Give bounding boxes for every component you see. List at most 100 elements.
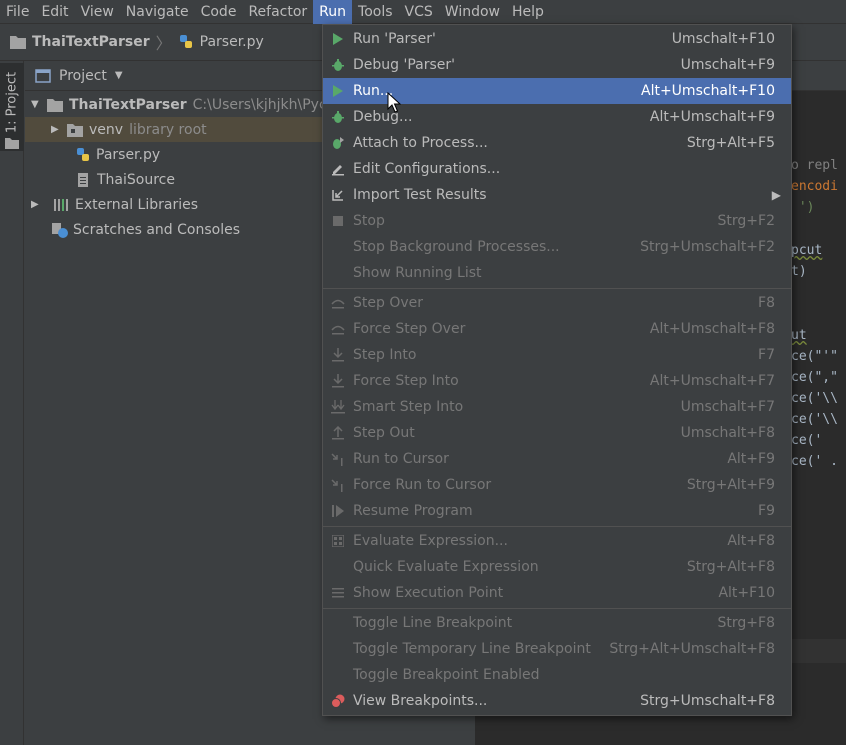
menu-item-attach-process[interactable]: Attach to Process... Strg+Alt+F5 (323, 130, 791, 156)
folder-icon (5, 138, 19, 149)
tree-scratches-name: Scratches and Consoles (73, 221, 240, 238)
menu-item-stop-background[interactable]: Stop Background Processes... Strg+Umscha… (323, 234, 791, 260)
tree-external-name: External Libraries (75, 196, 198, 213)
tree-source-name: ThaiSource (97, 171, 175, 188)
menu-item-step-over[interactable]: Step Over F8 (323, 290, 791, 316)
submenu-arrow-icon: ▶ (771, 188, 781, 202)
menu-item-force-step-over[interactable]: Force Step Over Alt+Umschalt+F8 (323, 316, 791, 342)
menu-item-stop[interactable]: Stop Strg+F2 (323, 208, 791, 234)
expand-right-icon[interactable]: ▶ (31, 199, 53, 210)
code-line: ut (791, 328, 807, 343)
menu-file[interactable]: File (0, 0, 35, 24)
calculator-icon (332, 535, 344, 547)
run-menu-dropdown: Run 'Parser' Umschalt+F10 Debug 'Parser'… (322, 24, 792, 716)
text-file-icon (78, 172, 88, 187)
code-line: pcut (791, 243, 823, 258)
code-line: encodi (791, 179, 838, 194)
menu-item-debug-parser[interactable]: Debug 'Parser' Umschalt+F9 (323, 52, 791, 78)
python-file-icon (77, 147, 89, 161)
tree-root-path: C:\Users\kjhjkh\Pych (192, 96, 336, 113)
code-line: ') (791, 200, 815, 215)
menu-edit[interactable]: Edit (35, 0, 74, 24)
menu-item-run-parser[interactable]: Run 'Parser' Umschalt+F10 (323, 26, 791, 52)
menu-item-step-out[interactable]: Step Out Umschalt+F8 (323, 420, 791, 446)
force-run-to-cursor-icon (331, 479, 343, 492)
menu-item-show-execution-point[interactable]: Show Execution Point Alt+F10 (323, 580, 791, 606)
pencil-icon (332, 165, 344, 176)
project-tool-tab-label: 1: Project (4, 71, 20, 134)
chevron-down-icon[interactable]: ▼ (115, 70, 123, 81)
run-to-cursor-icon (331, 453, 343, 466)
folder-icon (10, 36, 26, 49)
debug-icon (332, 111, 344, 123)
run-icon (333, 85, 343, 97)
scratches-icon (52, 222, 68, 238)
menu-item-run-to-cursor[interactable]: Run to Cursor Alt+F9 (323, 446, 791, 472)
menu-run[interactable]: Run (313, 0, 353, 24)
code-line: ce(' . (791, 454, 838, 469)
smart-step-into-icon (331, 400, 345, 414)
menu-item-toggle-temporary-breakpoint[interactable]: Toggle Temporary Line Breakpoint Strg+Al… (323, 636, 791, 662)
force-step-over-icon (331, 325, 345, 335)
menu-item-edit-configurations[interactable]: Edit Configurations... (323, 156, 791, 182)
menu-item-toggle-breakpoint-enabled[interactable]: Toggle Breakpoint Enabled (323, 662, 791, 688)
menu-refactor[interactable]: Refactor (242, 0, 313, 24)
menu-tools[interactable]: Tools (352, 0, 399, 24)
menu-code[interactable]: Code (195, 0, 243, 24)
tree-parser-name: Parser.py (96, 146, 161, 163)
lines-icon (332, 588, 344, 598)
project-panel-title: Project (59, 67, 107, 84)
code-line: ce('\\ (791, 391, 838, 406)
menu-window[interactable]: Window (439, 0, 506, 24)
menu-separator (323, 526, 791, 527)
menu-item-force-step-into[interactable]: Force Step Into Alt+Umschalt+F7 (323, 368, 791, 394)
step-out-icon (332, 426, 344, 440)
menu-item-import-test-results[interactable]: Import Test Results ▶ (323, 182, 791, 208)
menu-item-force-run-to-cursor[interactable]: Force Run to Cursor Strg+Alt+F9 (323, 472, 791, 498)
expand-down-icon[interactable]: ▼ (31, 99, 47, 110)
project-tool-tab[interactable]: 1: Project (0, 63, 24, 151)
menu-help[interactable]: Help (506, 0, 550, 24)
menu-separator (323, 288, 791, 289)
menu-bar: File Edit View Navigate Code Refactor Ru… (0, 0, 846, 24)
code-line: ce("," (791, 370, 838, 385)
breadcrumb-project[interactable]: ThaiTextParser (10, 34, 150, 50)
tree-venv-note: library root (129, 121, 207, 138)
breadcrumb-separator: 〉 (155, 34, 172, 53)
menu-item-smart-step-into[interactable]: Smart Step Into Umschalt+F7 (323, 394, 791, 420)
tree-venv-name: venv (89, 121, 124, 138)
folder-icon (47, 98, 63, 112)
stop-icon (333, 216, 343, 226)
debug-icon (332, 59, 344, 71)
code-line: ce('\\ (791, 412, 838, 427)
tool-window-strip: 1: Project (0, 61, 24, 745)
menu-vcs[interactable]: VCS (399, 0, 439, 24)
menu-item-evaluate-expression[interactable]: Evaluate Expression... Alt+F8 (323, 528, 791, 554)
code-line: t) (791, 264, 807, 279)
library-folder-icon (67, 123, 83, 137)
menu-navigate[interactable]: Navigate (120, 0, 195, 24)
menu-separator (323, 608, 791, 609)
mouse-pointer-icon (387, 92, 401, 113)
menu-view[interactable]: View (75, 0, 120, 24)
code-line: ce(' (791, 433, 823, 448)
force-step-into-icon (332, 374, 344, 388)
project-view-icon (35, 68, 51, 83)
import-icon (332, 190, 343, 201)
resume-icon (332, 505, 344, 517)
menu-item-show-running-list[interactable]: Show Running List (323, 260, 791, 286)
menu-item-step-into[interactable]: Step Into F7 (323, 342, 791, 368)
code-line: ce("'" (791, 349, 838, 364)
breakpoints-icon (331, 694, 345, 708)
menu-item-view-breakpoints[interactable]: View Breakpoints... Strg+Umschalt+F8 (323, 688, 791, 714)
expand-right-icon[interactable]: ▶ (51, 124, 67, 135)
code-line: o repl (791, 158, 838, 173)
menu-item-toggle-line-breakpoint[interactable]: Toggle Line Breakpoint Strg+F8 (323, 610, 791, 636)
breadcrumb-file[interactable]: Parser.py (178, 34, 264, 50)
step-over-icon (331, 299, 345, 309)
step-into-icon (332, 348, 344, 362)
menu-item-resume-program[interactable]: Resume Program F9 (323, 498, 791, 524)
attach-icon (333, 137, 344, 149)
menu-item-quick-evaluate[interactable]: Quick Evaluate Expression Strg+Alt+F8 (323, 554, 791, 580)
tree-root-name: ThaiTextParser (69, 96, 187, 113)
